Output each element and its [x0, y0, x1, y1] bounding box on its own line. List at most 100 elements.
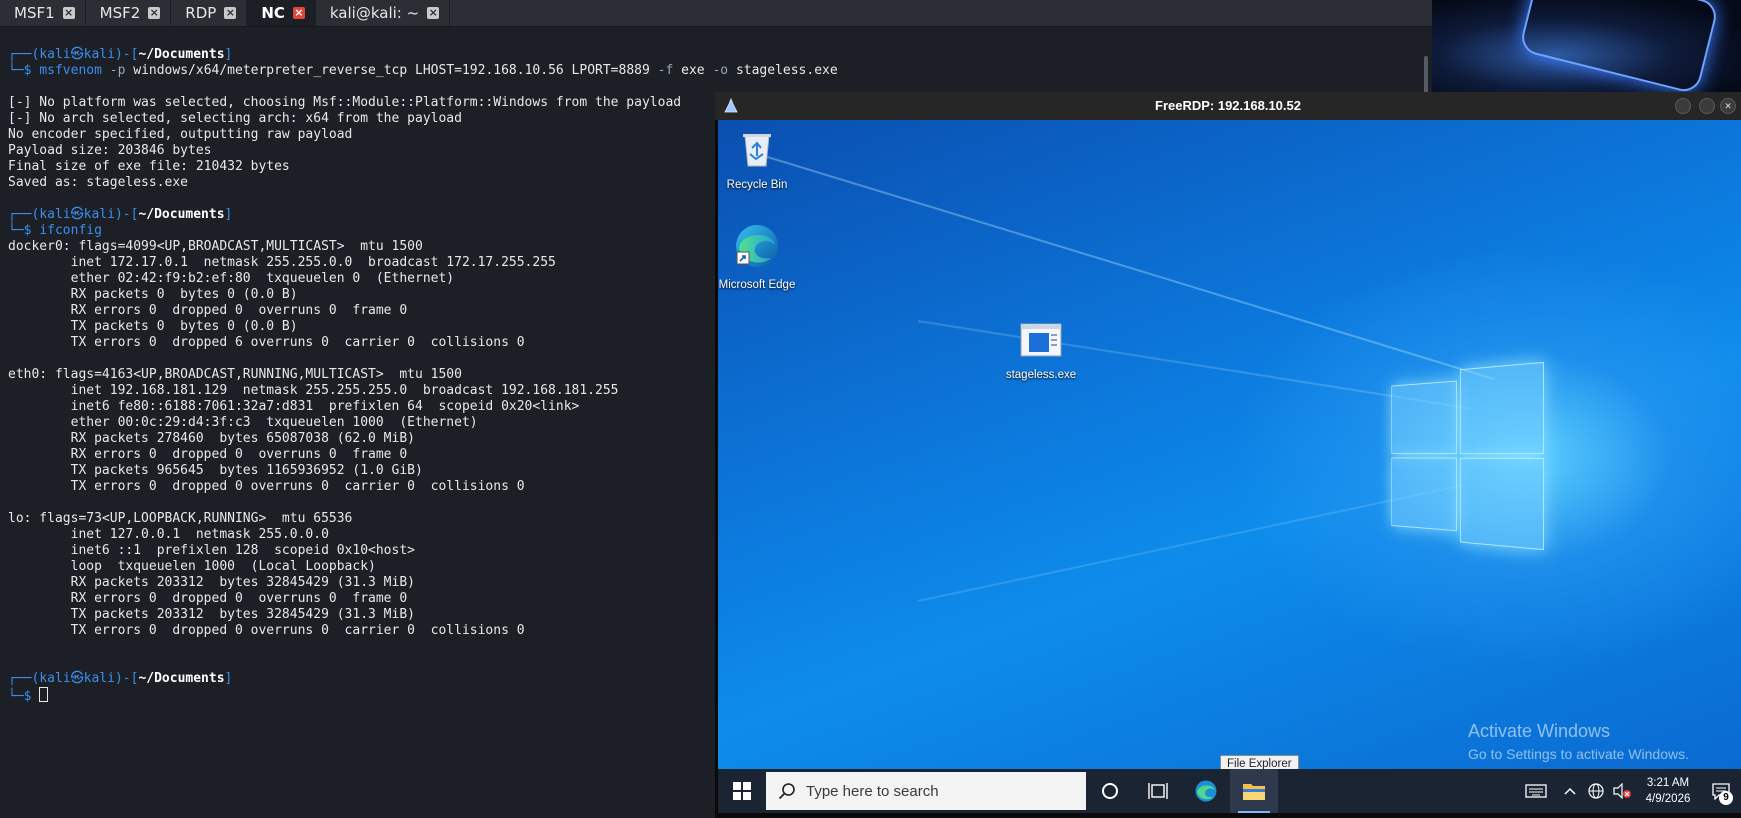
command-line: └─$ ifconfig [8, 223, 838, 239]
host-wallpaper [1432, 0, 1741, 92]
output-line: RX packets 203312 bytes 32845429 (31.3 M… [8, 575, 838, 591]
close-icon[interactable]: × [427, 7, 439, 19]
output-line: Payload size: 203846 bytes [8, 143, 838, 159]
output-line: docker0: flags=4099<UP,BROADCAST,MULTICA… [8, 239, 838, 255]
command-line: └─$ msfvenom -p windows/x64/meterpreter_… [8, 63, 838, 79]
edge-icon [733, 222, 781, 270]
desktop-icon-stageless-exe[interactable]: stageless.exe [1002, 320, 1080, 382]
desktop-icon-recycle-bin[interactable]: Recycle Bin [718, 126, 796, 192]
tab-msf1[interactable]: MSF1 × [0, 0, 86, 26]
desktop-icon-edge[interactable]: Microsoft Edge [718, 222, 796, 292]
freerdp-titlebar[interactable]: FreeRDP: 192.168.10.52 ✕ [715, 92, 1741, 120]
tab-label: kali@kali: ~ [330, 4, 419, 22]
windows-desktop[interactable]: Recycle Bin Microsoft Edge stageless.exe… [718, 120, 1741, 769]
tab-label: RDP [185, 4, 216, 22]
terminal-output: ┌──(kali㉿kali)-[~/Documents] └─$ msfvenom… [8, 47, 838, 705]
clock-time: 3:21 AM [1635, 775, 1701, 791]
output-line: RX errors 0 dropped 0 overruns 0 frame 0 [8, 591, 838, 607]
close-icon[interactable]: × [224, 7, 236, 19]
output-line: RX packets 0 bytes 0 (0.0 B) [8, 287, 838, 303]
clock-date: 4/9/2026 [1635, 791, 1701, 807]
search-icon [778, 782, 796, 800]
tab-label: MSF1 [14, 4, 55, 22]
windows-taskbar: Type here to search 3:21 AM 4/9/2026 9 [718, 769, 1741, 813]
wallpaper-shape [1518, 0, 1719, 92]
activation-watermark: Activate Windows Go to Settings to activ… [1468, 721, 1689, 762]
network-button[interactable] [1583, 769, 1609, 813]
keyboard-icon [1525, 783, 1547, 799]
output-line: ether 02:42:f9:b2:ef:80 txqueuelen 0 (Et… [8, 271, 838, 287]
taskbar-search-box[interactable]: Type here to search [766, 772, 1086, 810]
output-line: inet 172.17.0.1 netmask 255.255.0.0 broa… [8, 255, 838, 271]
task-view-icon [1148, 782, 1168, 800]
exe-file-icon [1019, 320, 1063, 360]
windows-logo [1391, 362, 1542, 547]
close-icon[interactable]: × [63, 7, 75, 19]
close-icon[interactable]: × [148, 7, 160, 19]
desktop-icon-label: stageless.exe [1002, 368, 1080, 382]
action-center-button[interactable]: 9 [1701, 769, 1741, 813]
tab-kali-home[interactable]: kali@kali: ~ × [316, 0, 450, 26]
output-line: RX packets 278460 bytes 65087038 (62.0 M… [8, 431, 838, 447]
desktop-icon-label: Recycle Bin [718, 178, 796, 192]
search-placeholder: Type here to search [806, 783, 939, 800]
desktop-icon-label: Microsoft Edge [718, 278, 796, 292]
notification-count: 9 [1719, 791, 1733, 805]
windows-start-icon [733, 782, 751, 800]
light-beam [918, 484, 1466, 602]
tab-msf2[interactable]: MSF2 × [86, 0, 172, 26]
output-line: TX packets 965645 bytes 1165936952 (1.0 … [8, 463, 838, 479]
prompt-line: ┌──(kali㉿kali)-[~/Documents] [8, 671, 838, 687]
light-beam [748, 150, 1495, 380]
edge-icon [1194, 779, 1218, 803]
freerdp-window[interactable]: FreeRDP: 192.168.10.52 ✕ Recycle Bin Mic… [715, 92, 1741, 818]
output-line: ether 00:0c:29:d4:3f:c3 txqueuelen 1000 … [8, 415, 838, 431]
output-line: inet 127.0.0.1 netmask 255.0.0.0 [8, 527, 838, 543]
show-hidden-icons-button[interactable] [1557, 769, 1583, 813]
output-line: RX errors 0 dropped 0 overruns 0 frame 0 [8, 303, 838, 319]
network-globe-icon [1587, 782, 1605, 800]
output-line: eth0: flags=4163<UP,BROADCAST,RUNNING,MU… [8, 367, 838, 383]
prompt-line: ┌──(kali㉿kali)-[~/Documents] [8, 207, 838, 223]
light-beam [918, 320, 1471, 410]
command-line: └─$ [8, 687, 838, 705]
close-button[interactable]: ✕ [1720, 98, 1736, 114]
taskbar-clock[interactable]: 3:21 AM 4/9/2026 [1635, 775, 1701, 807]
volume-muted-icon [1612, 783, 1632, 799]
system-tray: 3:21 AM 4/9/2026 9 [1523, 769, 1741, 813]
cortana-icon [1100, 781, 1120, 801]
taskbar-file-explorer[interactable] [1230, 769, 1278, 813]
close-icon[interactable]: × [293, 7, 305, 19]
cortana-button[interactable] [1086, 769, 1134, 813]
output-line: No encoder specified, outputting raw pay… [8, 127, 838, 143]
start-button[interactable] [718, 769, 766, 813]
tab-nc[interactable]: NC × [247, 0, 316, 26]
terminal-tab-bar: MSF1 × MSF2 × RDP × NC × kali@kali: ~ × [0, 0, 1432, 27]
output-line: inet6 fe80::6188:7061:32a7:d831 prefixle… [8, 399, 838, 415]
output-line: [-] No arch selected, selecting arch: x6… [8, 111, 838, 127]
volume-button[interactable] [1609, 769, 1635, 813]
tab-label: MSF2 [100, 4, 141, 22]
output-line: TX packets 203312 bytes 32845429 (31.3 M… [8, 607, 838, 623]
tab-rdp[interactable]: RDP × [171, 0, 247, 26]
output-line: TX packets 0 bytes 0 (0.0 B) [8, 319, 838, 335]
maximize-button[interactable] [1699, 98, 1715, 114]
output-line: RX errors 0 dropped 0 overruns 0 frame 0 [8, 447, 838, 463]
window-title: FreeRDP: 192.168.10.52 [715, 98, 1741, 113]
touch-keyboard-button[interactable] [1523, 769, 1549, 813]
output-line: Saved as: stageless.exe [8, 175, 838, 191]
minimize-button[interactable] [1675, 98, 1691, 114]
prompt-line: ┌──(kali㉿kali)-[~/Documents] [8, 47, 838, 63]
tab-label: NC [261, 4, 285, 22]
output-line: inet6 ::1 prefixlen 128 scopeid 0x10<hos… [8, 543, 838, 559]
output-line: Final size of exe file: 210432 bytes [8, 159, 838, 175]
output-line: inet 192.168.181.129 netmask 255.255.255… [8, 383, 838, 399]
task-view-button[interactable] [1134, 769, 1182, 813]
output-line: lo: flags=73<UP,LOOPBACK,RUNNING> mtu 65… [8, 511, 838, 527]
output-line: [-] No platform was selected, choosing M… [8, 95, 838, 111]
output-line: TX errors 0 dropped 0 overruns 0 carrier… [8, 623, 838, 639]
output-line: TX errors 0 dropped 0 overruns 0 carrier… [8, 479, 838, 495]
output-line: TX errors 0 dropped 6 overruns 0 carrier… [8, 335, 838, 351]
output-line: loop txqueuelen 1000 (Local Loopback) [8, 559, 838, 575]
taskbar-edge[interactable] [1182, 769, 1230, 813]
